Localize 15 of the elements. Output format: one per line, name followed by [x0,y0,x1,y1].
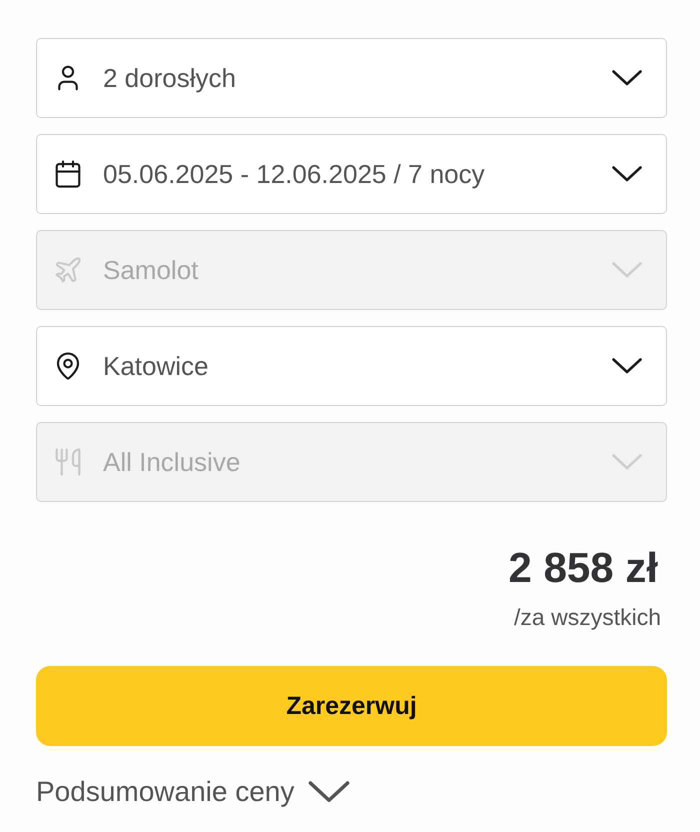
chevron-down-icon [612,262,642,278]
price-note: /za wszystkich [514,603,661,632]
chevron-down-icon [612,358,642,374]
reserve-button[interactable]: Zarezerwuj [36,666,667,746]
departure-dropdown[interactable]: Katowice [36,326,667,406]
plane-icon [53,255,83,285]
dates-dropdown[interactable]: 05.06.2025 - 12.06.2025 / 7 nocy [36,134,667,214]
chevron-down-icon [612,70,642,86]
travelers-dropdown[interactable]: 2 dorosłych [36,38,667,118]
chevron-down-icon [612,166,642,182]
calendar-icon [53,159,83,189]
chevron-down-icon [612,454,642,470]
fork-knife-icon [53,447,83,477]
price-summary-toggle[interactable]: Podsumowanie ceny [36,774,350,810]
total-price: 2 858 zł [508,543,658,593]
